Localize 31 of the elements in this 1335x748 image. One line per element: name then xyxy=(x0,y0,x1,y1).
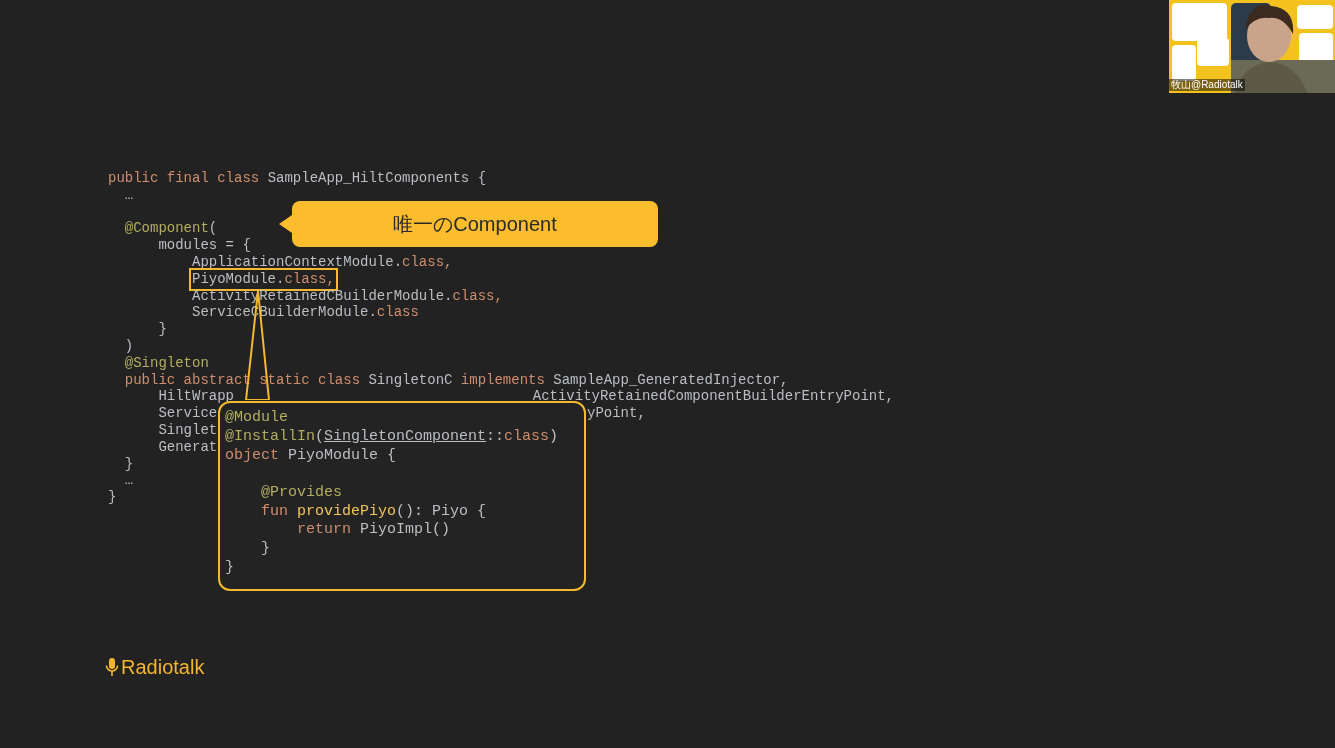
code-line: @Component( xyxy=(124,220,218,238)
code-line: ) xyxy=(124,337,134,355)
code-line: ActivityRetainedComponentBuilderEntryPoint, xyxy=(532,388,894,406)
code-line: fun providePiyo(): Piyo { xyxy=(261,502,487,522)
logo-text: Radiotalk xyxy=(121,657,205,677)
participant-name: 牧山@Radiotalk xyxy=(1169,79,1245,91)
code-line: } xyxy=(124,455,134,473)
microphone-icon xyxy=(105,657,119,677)
code-line: HiltWrapp xyxy=(158,388,235,406)
code-line: PiyoModule.class, xyxy=(192,270,335,288)
code-line: @Module xyxy=(225,409,288,428)
code-line: object PiyoModule { xyxy=(225,446,397,466)
code-line: public final class SampleApp_HiltComponents { xyxy=(108,170,487,187)
code-line: } xyxy=(261,539,270,559)
code-line: Singlet xyxy=(158,421,218,439)
callout-pointer-icon xyxy=(279,215,292,233)
code-line: … xyxy=(124,186,134,204)
code-line: ApplicationContextModule.class, xyxy=(192,254,453,271)
code-line: } xyxy=(158,321,167,338)
code-line: Generat xyxy=(158,438,218,456)
code-line: return PiyoImpl() xyxy=(297,521,451,540)
code-line: @Provides xyxy=(261,483,342,503)
code-line: modules = { xyxy=(158,237,251,254)
code-line: } xyxy=(225,558,234,578)
code-line: @Singleton xyxy=(124,354,209,372)
callout-bubble: 唯一のComponent xyxy=(292,201,658,247)
code-line: Service xyxy=(158,405,218,422)
code-line: } xyxy=(108,489,117,506)
code-line: yPoint, xyxy=(587,405,646,422)
code-line: @InstallIn(SingletonComponent::class) xyxy=(225,427,559,447)
code-line: … xyxy=(124,472,134,490)
